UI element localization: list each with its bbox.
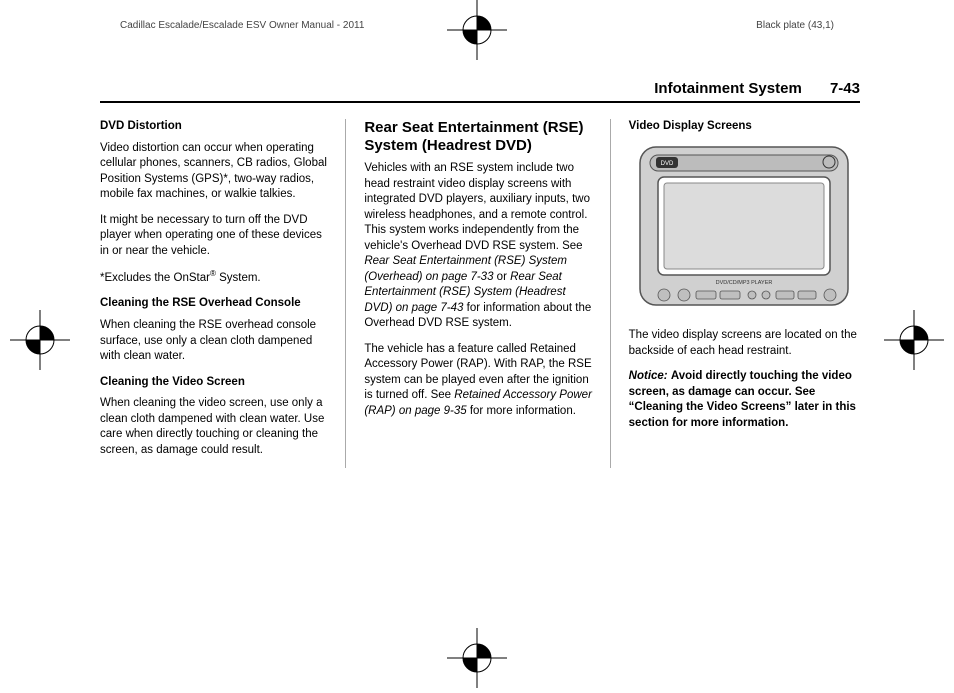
dvd-distortion-heading: DVD Distortion — [100, 119, 331, 135]
onstar-note: *Excludes the OnStar® System. — [100, 269, 331, 286]
column-2: Rear Seat Entertainment (RSE) System (He… — [364, 119, 610, 468]
video-display-notice: Notice: Avoid directly touching the vide… — [629, 369, 860, 431]
column-1: DVD Distortion Video distortion can occu… — [100, 119, 346, 468]
manual-title: Cadillac Escalade/Escalade ESV Owner Man… — [120, 20, 364, 31]
column-3: Video Display Screens DVD DVD/CD/MP3 PLA… — [629, 119, 860, 468]
video-display-heading: Video Display Screens — [629, 119, 860, 135]
headrest-dvd-illustration: DVD DVD/CD/MP3 PLAYER — [634, 141, 854, 311]
left-registration-mark — [10, 310, 70, 370]
rse-system-heading: Rear Seat Entertainment (RSE) System (He… — [364, 119, 595, 155]
page-number: 7-43 — [830, 80, 860, 97]
cleaning-video-p: When cleaning the video screen, use only… — [100, 396, 331, 458]
cleaning-overhead-p: When cleaning the RSE overhead console s… — [100, 318, 331, 365]
rse-p2: The vehicle has a feature called Retaine… — [364, 342, 595, 420]
video-display-figure: DVD DVD/CD/MP3 PLAYER — [629, 141, 860, 317]
section-title: Infotainment System — [654, 80, 802, 97]
notice-label: Notice: — [629, 370, 668, 382]
dvd-distortion-p2: It might be necessary to turn off the DV… — [100, 213, 331, 260]
svg-text:DVD: DVD — [661, 161, 674, 167]
cleaning-video-heading: Cleaning the Video Screen — [100, 375, 331, 391]
dvd-distortion-p1: Video distortion can occur when operatin… — [100, 141, 331, 203]
video-display-p1: The video display screens are located on… — [629, 328, 860, 359]
bottom-registration-mark — [447, 628, 507, 688]
cleaning-overhead-heading: Cleaning the RSE Overhead Console — [100, 296, 331, 312]
top-header: Cadillac Escalade/Escalade ESV Owner Man… — [0, 20, 954, 31]
plate-info: Black plate (43,1) — [756, 20, 834, 31]
rse-p1: Vehicles with an RSE system include two … — [364, 161, 595, 332]
right-registration-mark — [884, 310, 944, 370]
figure-label: DVD/CD/MP3 PLAYER — [716, 280, 773, 286]
section-header: Infotainment System 7-43 — [100, 80, 860, 103]
